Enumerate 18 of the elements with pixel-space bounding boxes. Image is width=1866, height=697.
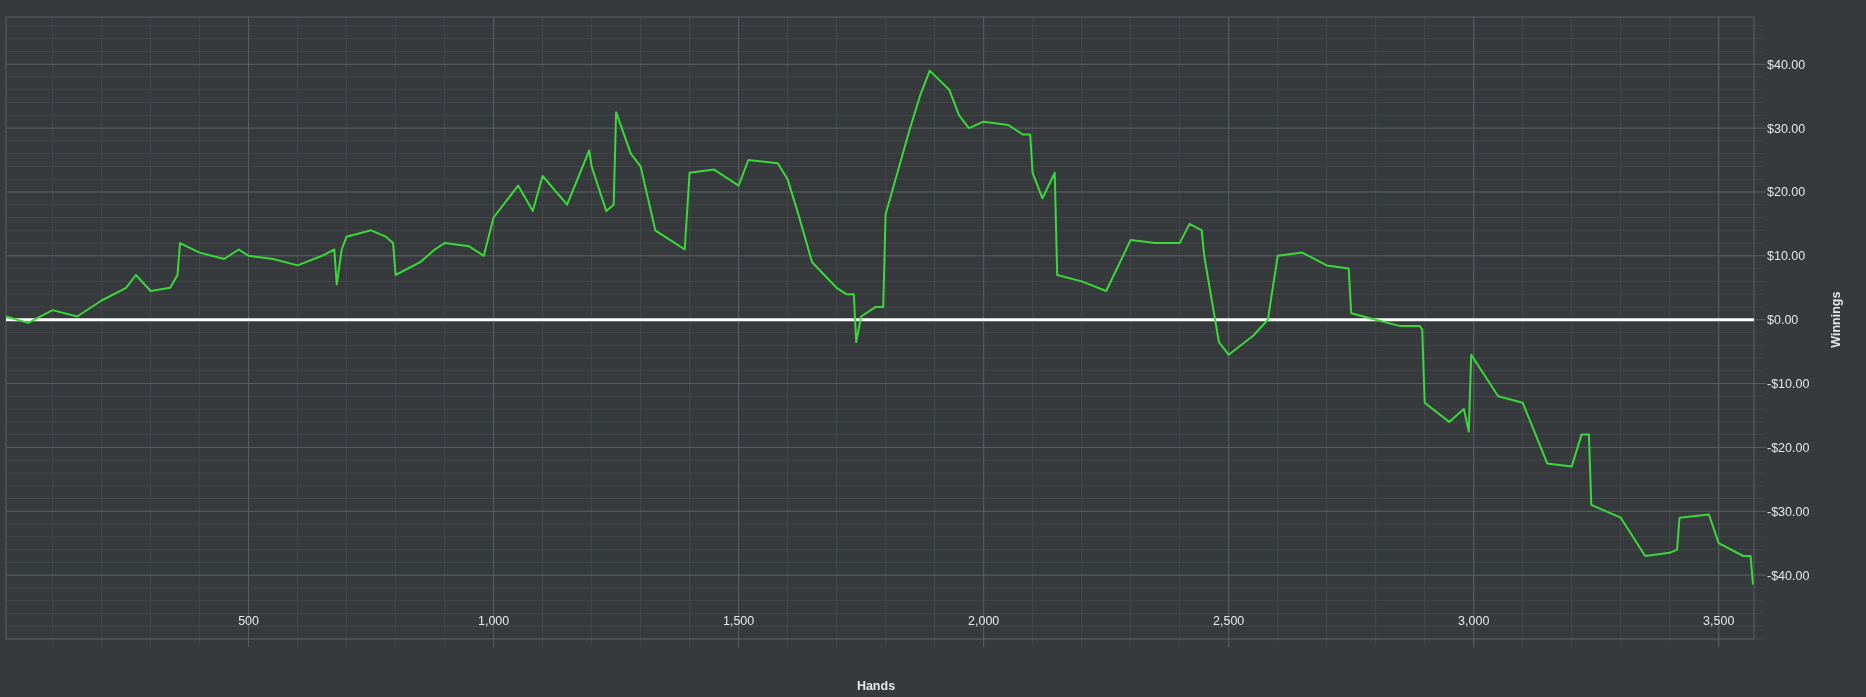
y-tick-label: $10.00: [1767, 249, 1806, 264]
y-tick-label: $0.00: [1767, 313, 1799, 328]
y-tick-label: -$40.00: [1767, 568, 1810, 583]
x-axis-title: Hands: [856, 679, 896, 693]
x-tick-label: 500: [238, 614, 259, 628]
y-tick-label: $40.00: [1767, 57, 1806, 72]
x-tick-label: 2,000: [968, 614, 1000, 628]
y-axis-title: Winnings: [1829, 291, 1843, 348]
x-tick-label: 3,000: [1458, 614, 1490, 628]
x-tick-label: 3,500: [1703, 614, 1735, 628]
x-tick-label: 2,500: [1213, 614, 1245, 628]
y-tick-label: $20.00: [1767, 185, 1806, 200]
y-tick-label: -$10.00: [1767, 377, 1810, 392]
y-tick-label: -$30.00: [1767, 504, 1810, 519]
x-tick-label: 1,500: [723, 614, 755, 628]
x-tick-label: 1,000: [477, 614, 510, 628]
y-tick-label: -$20.00: [1767, 440, 1810, 455]
y-tick-label: $30.00: [1767, 121, 1806, 136]
